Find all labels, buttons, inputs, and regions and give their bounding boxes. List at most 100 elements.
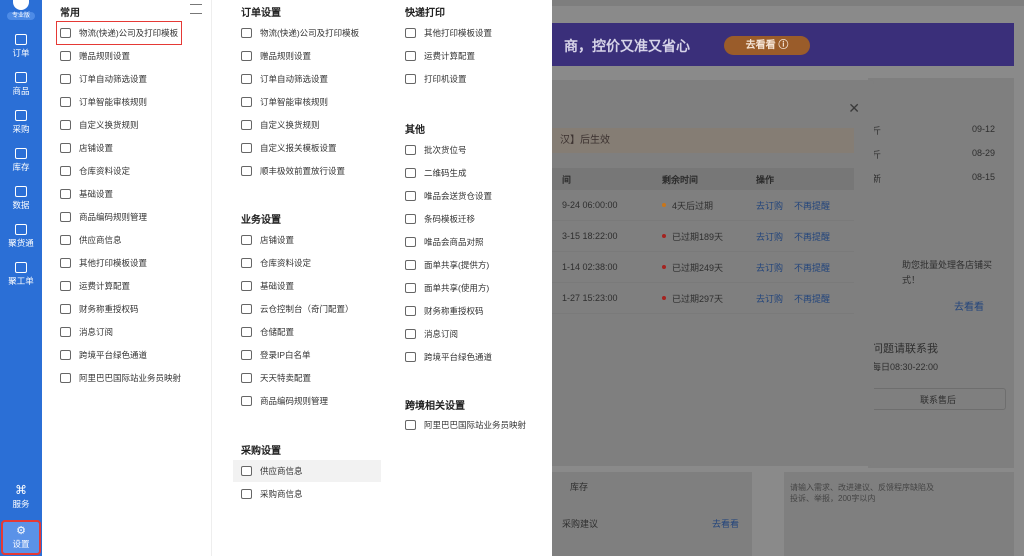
nav-service[interactable]: ⌘ 服务 <box>0 484 42 510</box>
order-link[interactable]: 去订购 <box>756 252 783 282</box>
dismiss-link[interactable]: 不再提醒 <box>794 283 830 313</box>
banner-button[interactable]: 去看看 ⓘ <box>724 36 810 55</box>
menu-item[interactable]: 面单共享(提供方) <box>405 257 489 273</box>
menu-item-icon <box>405 145 416 155</box>
menu-item[interactable]: 消息订阅 <box>60 324 113 340</box>
menu-item[interactable]: 商品编码规则管理 <box>60 209 147 225</box>
menu-item-label: 批次货位号 <box>424 145 467 155</box>
menu-item-label: 跨境平台绿色通道 <box>79 350 148 360</box>
menu-item[interactable]: 订单自动筛选设置 <box>60 71 147 87</box>
menu-item[interactable]: 基础设置 <box>241 278 294 294</box>
menu-item-label: 店铺设置 <box>79 143 114 153</box>
menu-item[interactable]: 二维码生成 <box>405 165 467 181</box>
menu-item[interactable]: 面单共享(使用方) <box>405 280 489 296</box>
menu-item-icon <box>405 352 416 362</box>
menu-item[interactable]: 仓库资料设定 <box>60 163 130 179</box>
menu-item[interactable]: 顺丰极效前置放行设置 <box>241 163 345 179</box>
menu-item[interactable]: 订单自动筛选设置 <box>241 71 328 87</box>
nav-settings[interactable]: ⚙ 设置 <box>1 520 41 555</box>
contact-button[interactable]: 联系售后 <box>870 388 1006 410</box>
menu-item[interactable]: 店铺设置 <box>60 140 113 156</box>
menu-item[interactable]: 商品编码规则管理 <box>241 393 328 409</box>
filter-icon[interactable] <box>190 4 202 14</box>
menu-item[interactable]: 基础设置 <box>60 186 113 202</box>
menu-item[interactable]: 跨境平台绿色通道 <box>405 349 492 365</box>
feedback-placeholder[interactable]: 请输入需求、改进建议、反馈程序缺陷及投诉、举报，200字以内 <box>790 482 940 504</box>
nav-item[interactable]: 采购 <box>0 110 42 135</box>
order-link[interactable]: 去订购 <box>756 190 783 220</box>
menu-item[interactable]: 唯品会商品对照 <box>405 234 484 250</box>
menu-item-icon <box>405 283 416 293</box>
menu-item[interactable]: 订单智能审核规则 <box>60 94 147 110</box>
menu-item-icon <box>405 329 416 339</box>
menu-item-label: 条码模板迁移 <box>424 214 476 224</box>
menu-item[interactable]: 跨境平台绿色通道 <box>60 347 147 363</box>
menu-item-label: 二维码生成 <box>424 168 467 178</box>
menu-item[interactable]: 阿里巴巴国际站业务员映射 <box>60 370 181 386</box>
menu-item-label: 其他打印模板设置 <box>424 28 493 38</box>
menu-item[interactable]: 其他打印模板设置 <box>60 255 147 271</box>
menu-item[interactable]: 财务称重授权码 <box>60 301 139 317</box>
menu-item[interactable]: 自定义报关模板设置 <box>241 140 337 156</box>
remain-time: 已过期249天 <box>672 262 724 273</box>
menu-item-label: 自定义报关模板设置 <box>260 143 337 153</box>
dismiss-link[interactable]: 不再提醒 <box>794 252 830 282</box>
menu-item-icon <box>405 28 416 38</box>
menu-item-label: 登录IP白名单 <box>260 350 311 360</box>
nav-item[interactable]: 聚工单 <box>0 262 42 287</box>
logo: 专业版 <box>6 0 36 24</box>
nav-item-label: 订单 <box>12 48 30 58</box>
menu-item[interactable]: 店铺设置 <box>241 232 294 248</box>
menu-item[interactable]: 唯品会送货仓设置 <box>405 188 492 204</box>
menu-item[interactable]: 批次货位号 <box>405 142 467 158</box>
menu-item[interactable]: 自定义换货规则 <box>241 117 320 133</box>
menu-item[interactable]: 运费计算配置 <box>405 48 475 64</box>
menu-item[interactable]: 条码模板迁移 <box>405 211 475 227</box>
menu-item-icon <box>241 97 252 107</box>
menu-item[interactable]: 赠品规则设置 <box>60 48 130 64</box>
goto-link[interactable]: 去看看 <box>712 517 739 530</box>
close-icon[interactable]: ✕ <box>848 100 860 117</box>
nav-item[interactable]: 库存 <box>0 148 42 173</box>
business-title: 业务设置 <box>241 215 281 226</box>
menu-item[interactable]: 自定义换货规则 <box>60 117 139 133</box>
menu-item[interactable]: 物流(快递)公司及打印模板 <box>241 25 359 41</box>
menu-item[interactable]: 云仓控制台（奇门配置） <box>241 301 354 317</box>
menu-item[interactable]: 打印机设置 <box>405 71 467 87</box>
menu-item-icon <box>60 304 71 314</box>
menu-item-icon <box>405 51 416 61</box>
menu-item[interactable]: 财务称重授权码 <box>405 303 484 319</box>
menu-item[interactable]: 阿里巴巴国际站业务员映射 <box>405 417 526 433</box>
nav-item[interactable]: 订单 <box>0 34 42 59</box>
nav-item[interactable]: 聚货通 <box>0 224 42 249</box>
order-link[interactable]: 去订购 <box>756 283 783 313</box>
menu-item[interactable]: 赠品规则设置 <box>241 48 311 64</box>
promo-link[interactable]: 去看看 <box>954 298 984 313</box>
menu-item-icon <box>405 260 416 270</box>
menu-item[interactable]: 供应商信息 <box>233 460 381 482</box>
remain-cell: 4天后过期 <box>662 190 713 220</box>
menu-item[interactable]: 采购商信息 <box>241 486 303 502</box>
ticket-icon <box>15 262 27 273</box>
menu-item[interactable]: 天天特卖配置 <box>241 370 311 386</box>
nav-item[interactable]: 商品 <box>0 72 42 97</box>
menu-item[interactable]: 登录IP白名单 <box>241 347 311 363</box>
menu-item[interactable]: 仓库资料设定 <box>241 255 311 271</box>
menu-item[interactable]: 供应商信息 <box>60 232 122 248</box>
menu-item[interactable]: 物流(快递)公司及打印模板 <box>55 21 183 45</box>
order-link[interactable]: 去订购 <box>756 221 783 251</box>
menu-item-icon <box>60 28 71 38</box>
purchase-suggest-label: 采购建议 <box>562 519 599 529</box>
menu-item-icon <box>60 235 71 245</box>
menu-item[interactable]: 消息订阅 <box>405 326 458 342</box>
menu-item[interactable]: 其他打印模板设置 <box>405 25 492 41</box>
nav-item[interactable]: 数据 <box>0 186 42 211</box>
menu-item[interactable]: 仓储配置 <box>241 324 294 340</box>
menu-item-icon <box>60 281 71 291</box>
promo-banner: 商，控价又准又省心 去看看 ⓘ <box>552 23 1014 66</box>
menu-item[interactable]: 运费计算配置 <box>60 278 130 294</box>
menu-item-label: 物流(快递)公司及打印模板 <box>79 28 179 38</box>
dismiss-link[interactable]: 不再提醒 <box>794 221 830 251</box>
menu-item[interactable]: 订单智能审核规则 <box>241 94 328 110</box>
dismiss-link[interactable]: 不再提醒 <box>794 190 830 220</box>
